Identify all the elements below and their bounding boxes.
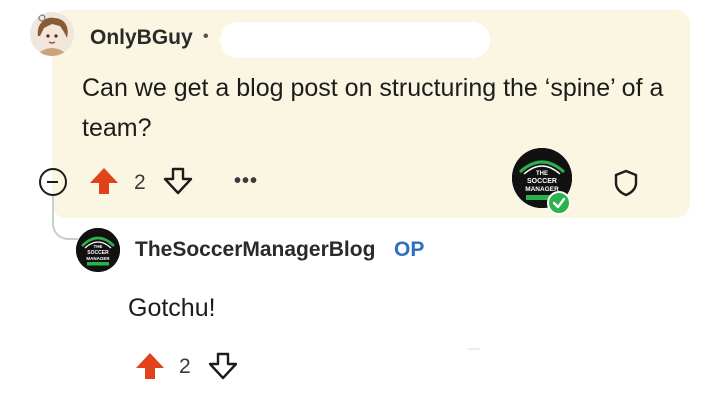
reply-upvote-button[interactable]: [134, 351, 166, 386]
reply-downvote-button[interactable]: [207, 351, 239, 386]
verified-check-icon: [547, 191, 571, 215]
upvote-arrow-icon: [90, 168, 118, 194]
badge-text-line2: SOCCER: [527, 178, 557, 185]
vote-count: 2: [134, 171, 146, 194]
more-options-button[interactable]: •••: [234, 170, 258, 193]
avatar-text-line1: THE: [94, 244, 103, 249]
reply-body: Gotchu!: [128, 294, 216, 322]
reply-avatar[interactable]: THE SOCCER MANAGER: [76, 228, 120, 272]
user-avatar-icon: [30, 12, 74, 56]
reply-username[interactable]: TheSoccerManagerBlog: [135, 238, 375, 262]
upvote-button[interactable]: [88, 166, 120, 201]
shield-icon: [614, 169, 638, 197]
check-mark: [552, 197, 566, 209]
soccer-manager-avatar-icon: THE SOCCER MANAGER: [76, 228, 120, 272]
moderation-shield-button[interactable]: [612, 168, 640, 203]
redacted-area: [220, 22, 490, 58]
separator-dot: •: [203, 28, 209, 45]
downvote-arrow-icon: [208, 352, 238, 380]
collapse-thread-button[interactable]: [39, 168, 67, 196]
upvote-arrow-icon: [136, 353, 164, 379]
reply-vote-count: 2: [179, 355, 191, 378]
comment-body: Can we get a blog post on structuring th…: [82, 74, 664, 142]
faint-artifact: [468, 348, 480, 350]
comment-username[interactable]: OnlyBGuy: [90, 26, 193, 50]
thread-connector-line: [52, 196, 78, 240]
downvote-arrow-icon: [163, 167, 193, 195]
avatar-text-line3: MANAGER: [86, 256, 110, 261]
downvote-button[interactable]: [162, 166, 194, 201]
badge-text-line1: THE: [536, 171, 548, 177]
user-avatar[interactable]: [30, 12, 74, 56]
op-badge: OP: [394, 238, 425, 261]
